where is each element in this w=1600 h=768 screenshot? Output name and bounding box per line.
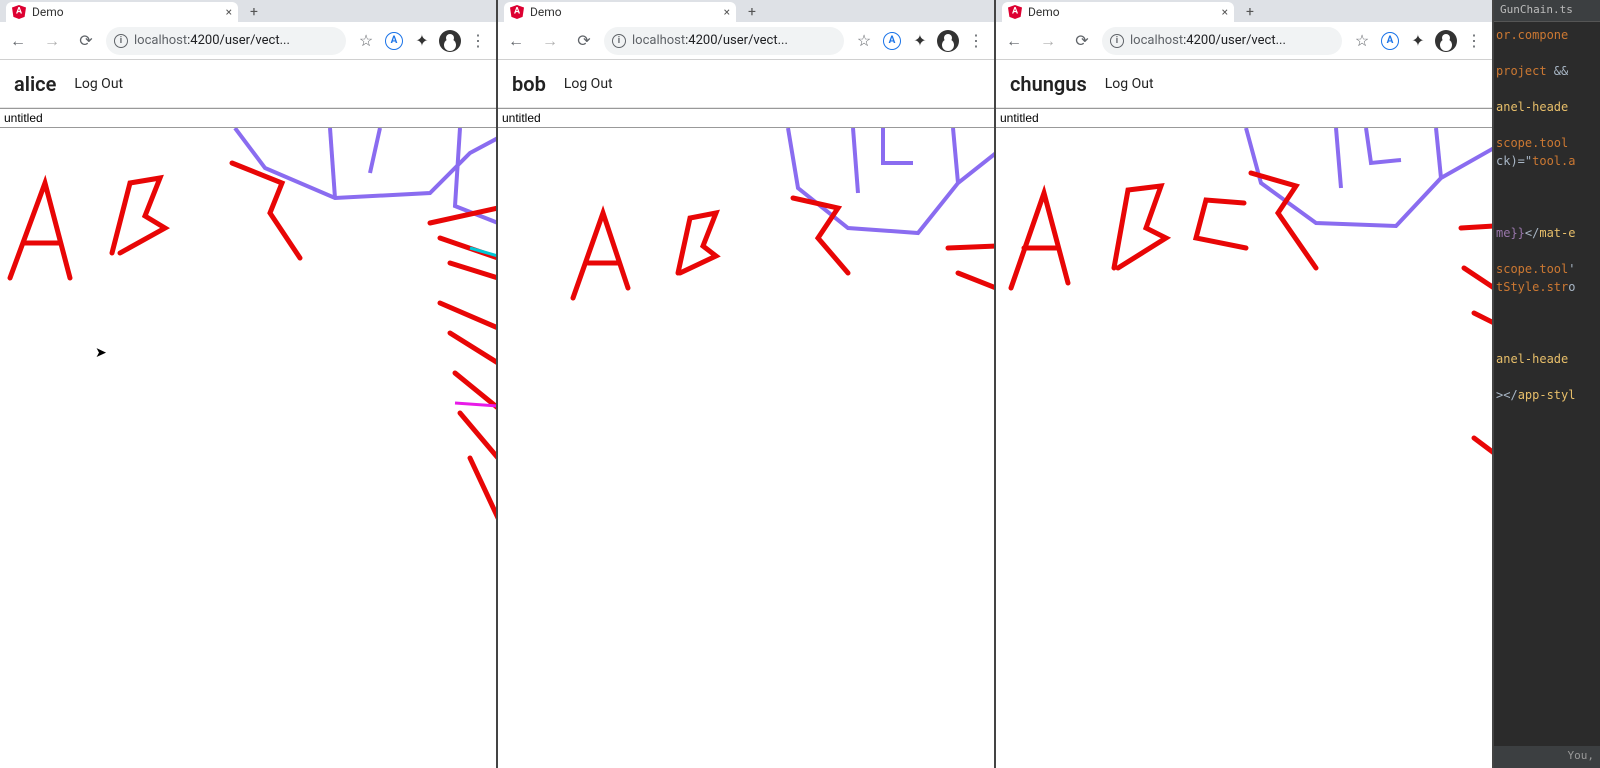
- browser-window: Demo × + ← → ⟳ i localhost:4200/user/vec…: [0, 0, 498, 768]
- browser-toolbar: ← → ⟳ i localhost:4200/user/vect... ☆ A …: [0, 22, 496, 60]
- reload-button[interactable]: ⟳: [1068, 27, 1096, 55]
- close-icon[interactable]: ×: [1222, 5, 1228, 19]
- username-label: chungus: [1010, 72, 1087, 96]
- avatar-icon[interactable]: [1434, 27, 1458, 55]
- back-button[interactable]: ←: [502, 27, 530, 55]
- extensions-icon[interactable]: ✦: [908, 27, 932, 55]
- toolbar-right: ☆ A ✦ ⋮: [352, 27, 492, 55]
- back-button[interactable]: ←: [1000, 27, 1028, 55]
- extensions-icon[interactable]: ✦: [1406, 27, 1430, 55]
- angular-icon: [12, 5, 26, 19]
- tab-title: Demo: [1028, 5, 1060, 19]
- reader-icon[interactable]: A: [880, 27, 904, 55]
- star-icon[interactable]: ☆: [852, 27, 876, 55]
- reader-icon[interactable]: A: [382, 27, 406, 55]
- angular-icon: [1008, 5, 1022, 19]
- document-title-input[interactable]: [996, 108, 1492, 128]
- drawing-canvas[interactable]: [498, 128, 994, 768]
- logout-link[interactable]: Log Out: [74, 76, 123, 92]
- browser-tab[interactable]: Demo ×: [6, 2, 238, 22]
- editor-body[interactable]: or.compone project && anel-heade scope.t…: [1494, 22, 1600, 408]
- reload-button[interactable]: ⟳: [570, 27, 598, 55]
- reload-button[interactable]: ⟳: [72, 27, 100, 55]
- tab-title: Demo: [530, 5, 562, 19]
- url-text: localhost:4200/user/vect...: [134, 33, 290, 48]
- toolbar-right: ☆ A ✦ ⋮: [850, 27, 990, 55]
- url-bar[interactable]: i localhost:4200/user/vect...: [604, 27, 844, 55]
- menu-icon[interactable]: ⋮: [466, 27, 490, 55]
- tab-bar: Demo × +: [498, 0, 994, 22]
- canvas-svg: [498, 128, 994, 768]
- site-info-icon[interactable]: i: [1110, 34, 1124, 48]
- url-text: localhost:4200/user/vect...: [1130, 33, 1286, 48]
- avatar-icon[interactable]: [936, 27, 960, 55]
- menu-icon[interactable]: ⋮: [1462, 27, 1486, 55]
- browser-tab[interactable]: Demo ×: [504, 2, 736, 22]
- close-icon[interactable]: ×: [226, 5, 232, 19]
- star-icon[interactable]: ☆: [354, 27, 378, 55]
- tab-bar: Demo × +: [0, 0, 496, 22]
- forward-button[interactable]: →: [1034, 27, 1062, 55]
- username-label: bob: [512, 72, 546, 96]
- url-bar[interactable]: i localhost:4200/user/vect...: [106, 27, 346, 55]
- star-icon[interactable]: ☆: [1350, 27, 1374, 55]
- forward-button[interactable]: →: [38, 27, 66, 55]
- app-header: alice Log Out: [0, 60, 496, 108]
- new-tab-button[interactable]: +: [1238, 2, 1262, 22]
- avatar-icon[interactable]: [438, 27, 462, 55]
- editor-tab[interactable]: GunChain.ts: [1494, 0, 1600, 22]
- browser-window: Demo × + ← → ⟳ i localhost:4200/user/vec…: [498, 0, 996, 768]
- document-title-input[interactable]: [0, 108, 496, 128]
- tab-title: Demo: [32, 5, 64, 19]
- angular-icon: [510, 5, 524, 19]
- code-editor: GunChain.ts or.compone project && anel-h…: [1494, 0, 1600, 768]
- browser-toolbar: ← → ⟳ i localhost:4200/user/vect... ☆ A …: [996, 22, 1492, 60]
- logout-link[interactable]: Log Out: [564, 76, 613, 92]
- new-tab-button[interactable]: +: [740, 2, 764, 22]
- new-tab-button[interactable]: +: [242, 2, 266, 22]
- forward-button[interactable]: →: [536, 27, 564, 55]
- drawing-canvas[interactable]: ➤: [0, 128, 496, 768]
- app-header: chungus Log Out: [996, 60, 1492, 108]
- site-info-icon[interactable]: i: [612, 34, 626, 48]
- extensions-icon[interactable]: ✦: [410, 27, 434, 55]
- drawing-canvas[interactable]: [996, 128, 1492, 768]
- url-text: localhost:4200/user/vect...: [632, 33, 788, 48]
- toolbar-right: ☆ A ✦ ⋮: [1348, 27, 1488, 55]
- editor-status: You,: [1494, 746, 1600, 768]
- site-info-icon[interactable]: i: [114, 34, 128, 48]
- browser-window: Demo × + ← → ⟳ i localhost:4200/user/vec…: [996, 0, 1494, 768]
- reader-icon[interactable]: A: [1378, 27, 1402, 55]
- browser-tab[interactable]: Demo ×: [1002, 2, 1234, 22]
- back-button[interactable]: ←: [4, 27, 32, 55]
- tab-bar: Demo × +: [996, 0, 1492, 22]
- username-label: alice: [14, 72, 56, 96]
- app-header: bob Log Out: [498, 60, 994, 108]
- url-bar[interactable]: i localhost:4200/user/vect...: [1102, 27, 1342, 55]
- browser-toolbar: ← → ⟳ i localhost:4200/user/vect... ☆ A …: [498, 22, 994, 60]
- logout-link[interactable]: Log Out: [1105, 76, 1154, 92]
- canvas-svg: [996, 128, 1492, 768]
- canvas-svg: [0, 128, 496, 768]
- menu-icon[interactable]: ⋮: [964, 27, 988, 55]
- close-icon[interactable]: ×: [724, 5, 730, 19]
- document-title-input[interactable]: [498, 108, 994, 128]
